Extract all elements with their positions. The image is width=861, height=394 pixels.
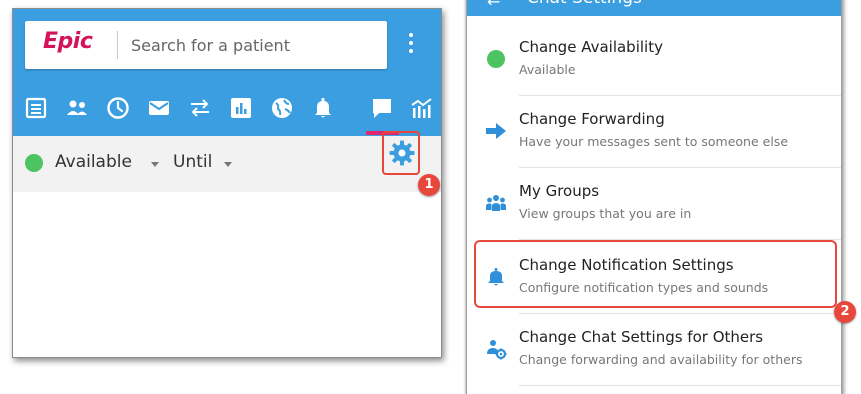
app-header: Epic	[13, 9, 441, 136]
availability-dropdown[interactable]: Available	[55, 152, 132, 172]
callout-badge-1: 1	[418, 174, 440, 196]
globe-icon[interactable]	[269, 95, 295, 121]
settings-item-change-chat-settings-for-others[interactable]: Change Chat Settings for Others Change f…	[467, 314, 841, 386]
item-subtitle: Have your messages sent to someone else	[519, 134, 789, 149]
item-divider	[519, 385, 841, 386]
item-subtitle: Change forwarding and availability for o…	[519, 352, 803, 367]
clock-icon[interactable]	[105, 95, 131, 121]
chevron-down-icon[interactable]	[224, 162, 232, 167]
activity-toolbar	[13, 84, 441, 136]
chevron-down-icon[interactable]	[151, 162, 159, 167]
item-title: Change Forwarding	[519, 110, 665, 128]
until-dropdown[interactable]: Until	[173, 152, 212, 172]
chat-settings-title: Chat Settings	[527, 0, 642, 8]
chat-settings-gear-highlight[interactable]	[382, 131, 420, 175]
patient-search-box[interactable]: Epic	[25, 21, 387, 69]
notification-settings-highlight	[474, 240, 837, 308]
chat-settings-panel: ← Chat Settings Change Availability Avai…	[466, 0, 842, 394]
arrow-right-icon	[485, 120, 507, 142]
bell-icon[interactable]	[310, 95, 336, 121]
transfer-icon[interactable]	[187, 95, 213, 121]
groups-icon	[485, 192, 507, 214]
search-divider	[117, 31, 118, 59]
settings-item-my-groups[interactable]: My Groups View groups that you are in	[467, 168, 841, 240]
item-title: My Groups	[519, 182, 600, 200]
chart-icon[interactable]	[228, 95, 254, 121]
available-status-icon	[25, 154, 43, 172]
epic-logo: Epic	[43, 29, 93, 54]
user-settings-icon	[485, 338, 507, 360]
back-arrow-icon[interactable]: ←	[487, 0, 500, 11]
green-status-dot-icon	[485, 48, 507, 70]
callout-badge-2: 2	[834, 301, 856, 323]
more-options-icon[interactable]	[406, 33, 416, 57]
settings-item-change-availability[interactable]: Change Availability Available	[467, 24, 841, 96]
worklist-icon[interactable]	[23, 95, 49, 121]
item-subtitle: Available	[519, 62, 576, 77]
patient-search-input[interactable]	[131, 30, 371, 60]
item-title: Change Chat Settings for Others	[519, 328, 764, 346]
report-icon[interactable]	[409, 95, 435, 121]
chat-icon[interactable]	[369, 95, 395, 121]
settings-item-change-forwarding[interactable]: Change Forwarding Have your messages sen…	[467, 96, 841, 168]
epic-main-panel: Epic Search for a patient Available Unti…	[12, 8, 442, 358]
chat-settings-header: ← Chat Settings	[467, 0, 841, 16]
availability-bar: Available Until	[13, 136, 441, 192]
mail-icon[interactable]	[146, 95, 172, 121]
patients-icon[interactable]	[64, 95, 90, 121]
gear-icon[interactable]	[388, 139, 416, 167]
item-title: Change Availability	[519, 38, 663, 56]
item-subtitle: View groups that you are in	[519, 206, 692, 221]
